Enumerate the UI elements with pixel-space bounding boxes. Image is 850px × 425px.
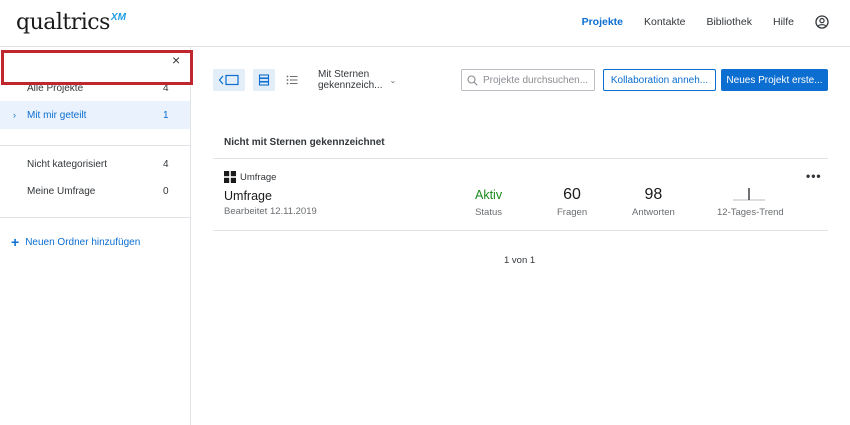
logo-suffix: XM — [110, 12, 126, 23]
search-input[interactable] — [483, 74, 593, 86]
chevron-down-icon: ⌄ — [389, 75, 397, 85]
sidebar-item-nicht-kategorisiert[interactable]: Nicht kategorisiert 4 — [0, 150, 190, 178]
project-type-label: Umfrage — [240, 171, 277, 183]
questions-value: 60 — [563, 186, 581, 203]
responses-value: 98 — [644, 186, 663, 203]
project-questions: 60 Fragen — [557, 186, 587, 218]
list-view-icon — [286, 75, 298, 85]
nav-bibliothek[interactable]: Bibliothek — [706, 16, 752, 28]
nav-projekte[interactable]: Projekte — [582, 16, 623, 28]
sidebar-item-label: Nicht kategorisiert — [27, 158, 108, 170]
survey-icon — [224, 171, 236, 183]
responses-label: Antworten — [632, 207, 675, 218]
new-project-button[interactable]: Neues Projekt erste... — [721, 69, 828, 91]
search-icon — [467, 74, 478, 86]
sidebar: × Alle Projekte 4 › Mit mir geteilt 1 Ni… — [0, 47, 191, 425]
sidebar-divider — [0, 217, 190, 218]
sidebar-item-count: 4 — [163, 158, 169, 170]
top-header: qualtrics XM Projekte Kontakte Bibliothe… — [0, 0, 850, 47]
plus-icon: + — [11, 234, 20, 250]
collapse-sidebar-button[interactable] — [213, 69, 245, 91]
chevron-right-icon[interactable]: › — [13, 110, 16, 120]
nav-kontakte[interactable]: Kontakte — [644, 16, 685, 28]
project-trend: 0 12-Tages-Trend — [717, 186, 784, 218]
selection-highlight-box — [1, 50, 193, 85]
project-search[interactable] — [461, 69, 595, 91]
project-edited-date: Bearbeitet 12.11.2019 — [224, 206, 317, 217]
project-row[interactable]: Umfrage Umfrage Bearbeitet 12.11.2019 Ak… — [213, 159, 828, 231]
sidebar-divider — [0, 145, 190, 146]
sidebar-item-mit-mir-geteilt[interactable]: › Mit mir geteilt 1 — [0, 101, 190, 129]
sidebar-item-label: Meine Umfrage — [27, 185, 96, 197]
section-title: Nicht mit Sternen gekennzeichnet — [224, 137, 385, 148]
status-label: Status — [475, 207, 503, 218]
project-responses: 98 Antworten — [632, 186, 675, 218]
sidebar-item-meine-umfrage[interactable]: Meine Umfrage 0 — [0, 177, 190, 205]
project-name[interactable]: Umfrage — [224, 189, 272, 203]
pagination-text: 1 von 1 — [504, 255, 536, 266]
filter-label: Mit Sternen gekennzeich... — [318, 69, 383, 91]
sidebar-item-count: 0 — [163, 185, 169, 197]
more-icon[interactable]: ••• — [806, 169, 822, 183]
status-value: Aktiv — [475, 188, 503, 202]
card-view-icon — [258, 74, 270, 86]
add-folder-button[interactable]: + Neuen Ordner hinzufügen — [11, 234, 141, 250]
project-type: Umfrage — [224, 171, 276, 183]
logo-text: qualtrics — [16, 10, 110, 35]
user-circle-icon[interactable] — [815, 15, 829, 29]
main-nav: Projekte Kontakte Bibliothek Hilfe — [582, 0, 850, 44]
collapse-panel-icon — [218, 74, 239, 86]
card-view-button[interactable] — [253, 69, 275, 91]
list-view-button[interactable] — [283, 69, 301, 91]
add-folder-label: Neuen Ordner hinzufügen — [25, 236, 141, 248]
trend-label: 12-Tages-Trend — [717, 207, 784, 218]
qualtrics-logo[interactable]: qualtrics XM — [16, 8, 126, 38]
sidebar-item-label: Mit mir geteilt — [27, 109, 87, 121]
questions-label: Fragen — [557, 207, 588, 218]
nav-hilfe[interactable]: Hilfe — [773, 16, 794, 28]
project-status: Aktiv Status — [475, 186, 502, 218]
star-filter-dropdown[interactable]: Mit Sternen gekennzeich... ⌄ — [318, 69, 396, 91]
accept-collaboration-button[interactable]: Kollaboration anneh... — [603, 69, 716, 91]
sidebar-item-count: 1 — [163, 109, 169, 121]
